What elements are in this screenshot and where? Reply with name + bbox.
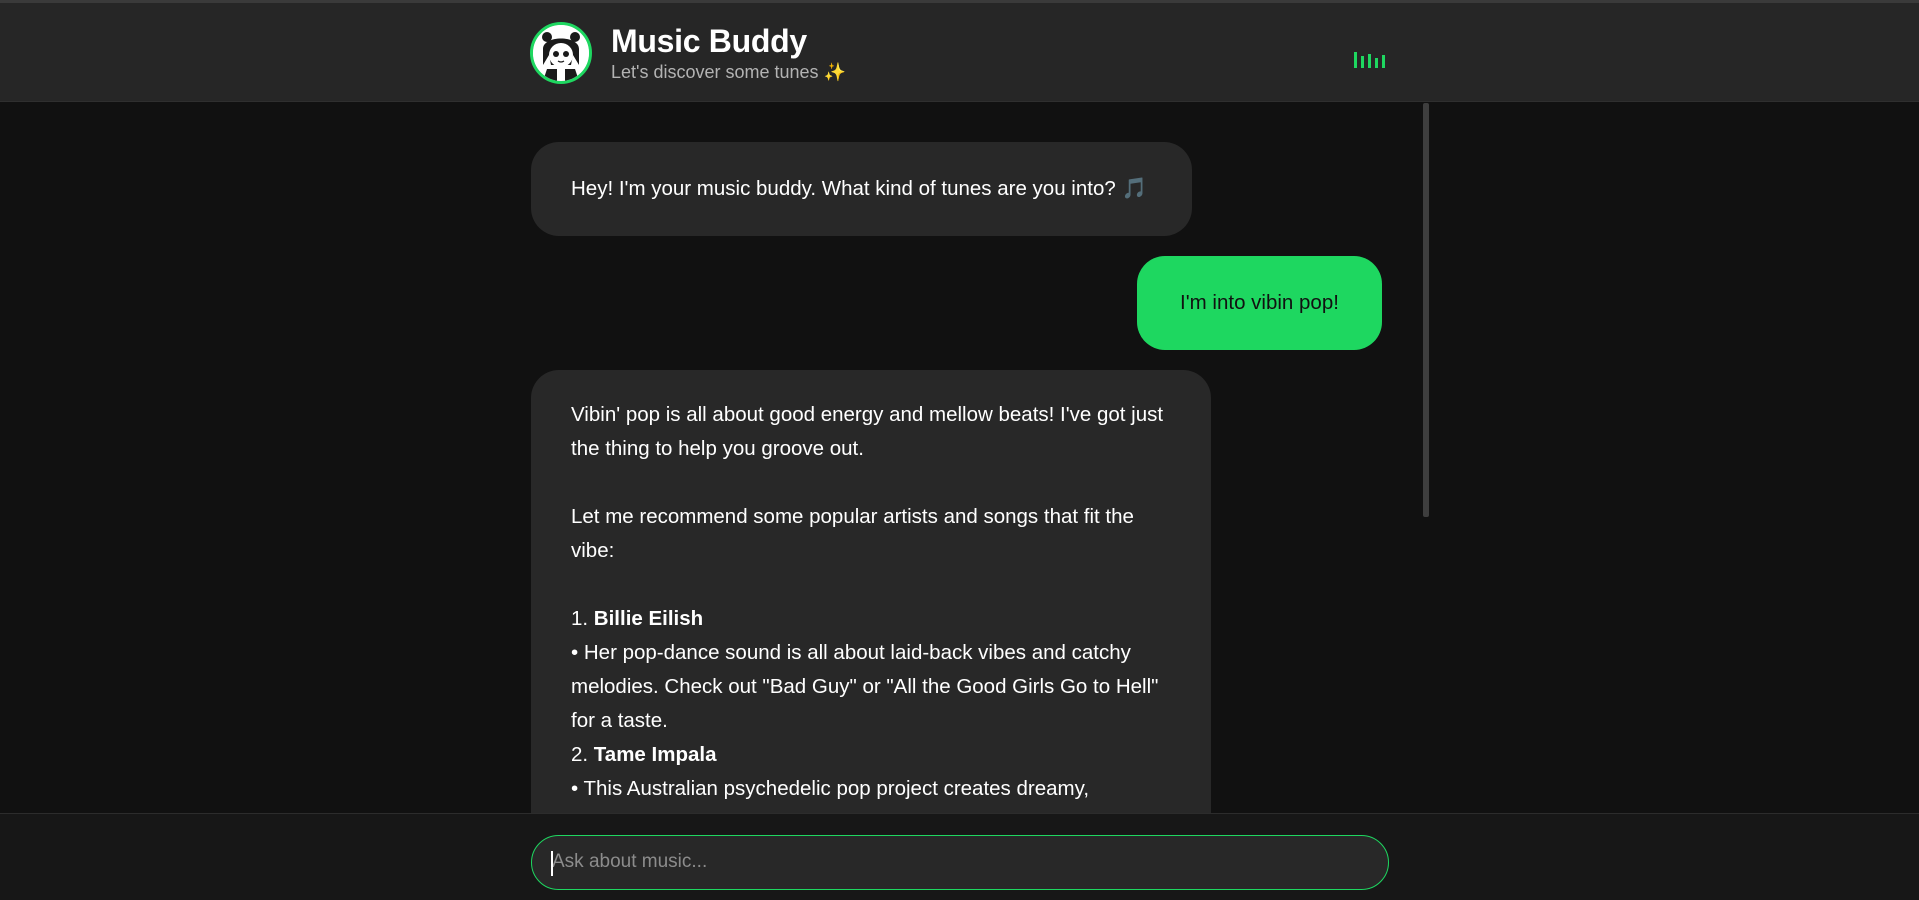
equalizer-icon bbox=[1354, 52, 1385, 68]
message-text: Hey! I'm your music buddy. What kind of … bbox=[571, 177, 1122, 200]
message-text: I'm into vibin pop! bbox=[1180, 291, 1339, 314]
list-item-number: 2. bbox=[571, 743, 594, 766]
list-item-description: • Her pop-dance sound is all about laid-… bbox=[571, 641, 1159, 732]
avatar bbox=[530, 22, 592, 84]
chat-area[interactable]: Hey! I'm your music buddy. What kind of … bbox=[0, 103, 1919, 813]
message-intro: Vibin' pop is all about good energy and … bbox=[571, 403, 1164, 460]
list-item: 1. Billie Eilish bbox=[571, 602, 1171, 636]
message-lead: Let me recommend some popular artists an… bbox=[571, 505, 1134, 562]
list-item: 2. Tame Impala bbox=[571, 738, 1171, 772]
app-subtitle: Let's discover some tunes ✨ bbox=[611, 62, 846, 82]
list-item-number: 1. bbox=[571, 607, 594, 630]
chat-scrollbar[interactable] bbox=[1423, 103, 1429, 517]
header: Music Buddy Let's discover some tunes ✨ bbox=[0, 3, 1919, 102]
message-input[interactable] bbox=[550, 836, 1370, 888]
list-item-description: • This Australian psychedelic pop projec… bbox=[571, 777, 1090, 800]
composer-bar bbox=[0, 813, 1919, 900]
message-bubble-bot: Vibin' pop is all about good energy and … bbox=[531, 370, 1211, 813]
message-input-container[interactable] bbox=[531, 835, 1389, 890]
music-note-icon: 🎵 bbox=[1121, 177, 1147, 200]
artist-name: Tame Impala bbox=[593, 743, 717, 766]
app-title: Music Buddy bbox=[611, 23, 807, 59]
message-bubble-user: I'm into vibin pop! bbox=[1137, 256, 1382, 350]
message-bubble-bot: Hey! I'm your music buddy. What kind of … bbox=[531, 142, 1192, 236]
artist-name: Billie Eilish bbox=[593, 607, 704, 630]
text-cursor bbox=[551, 851, 553, 876]
avatar-icon bbox=[533, 25, 589, 81]
